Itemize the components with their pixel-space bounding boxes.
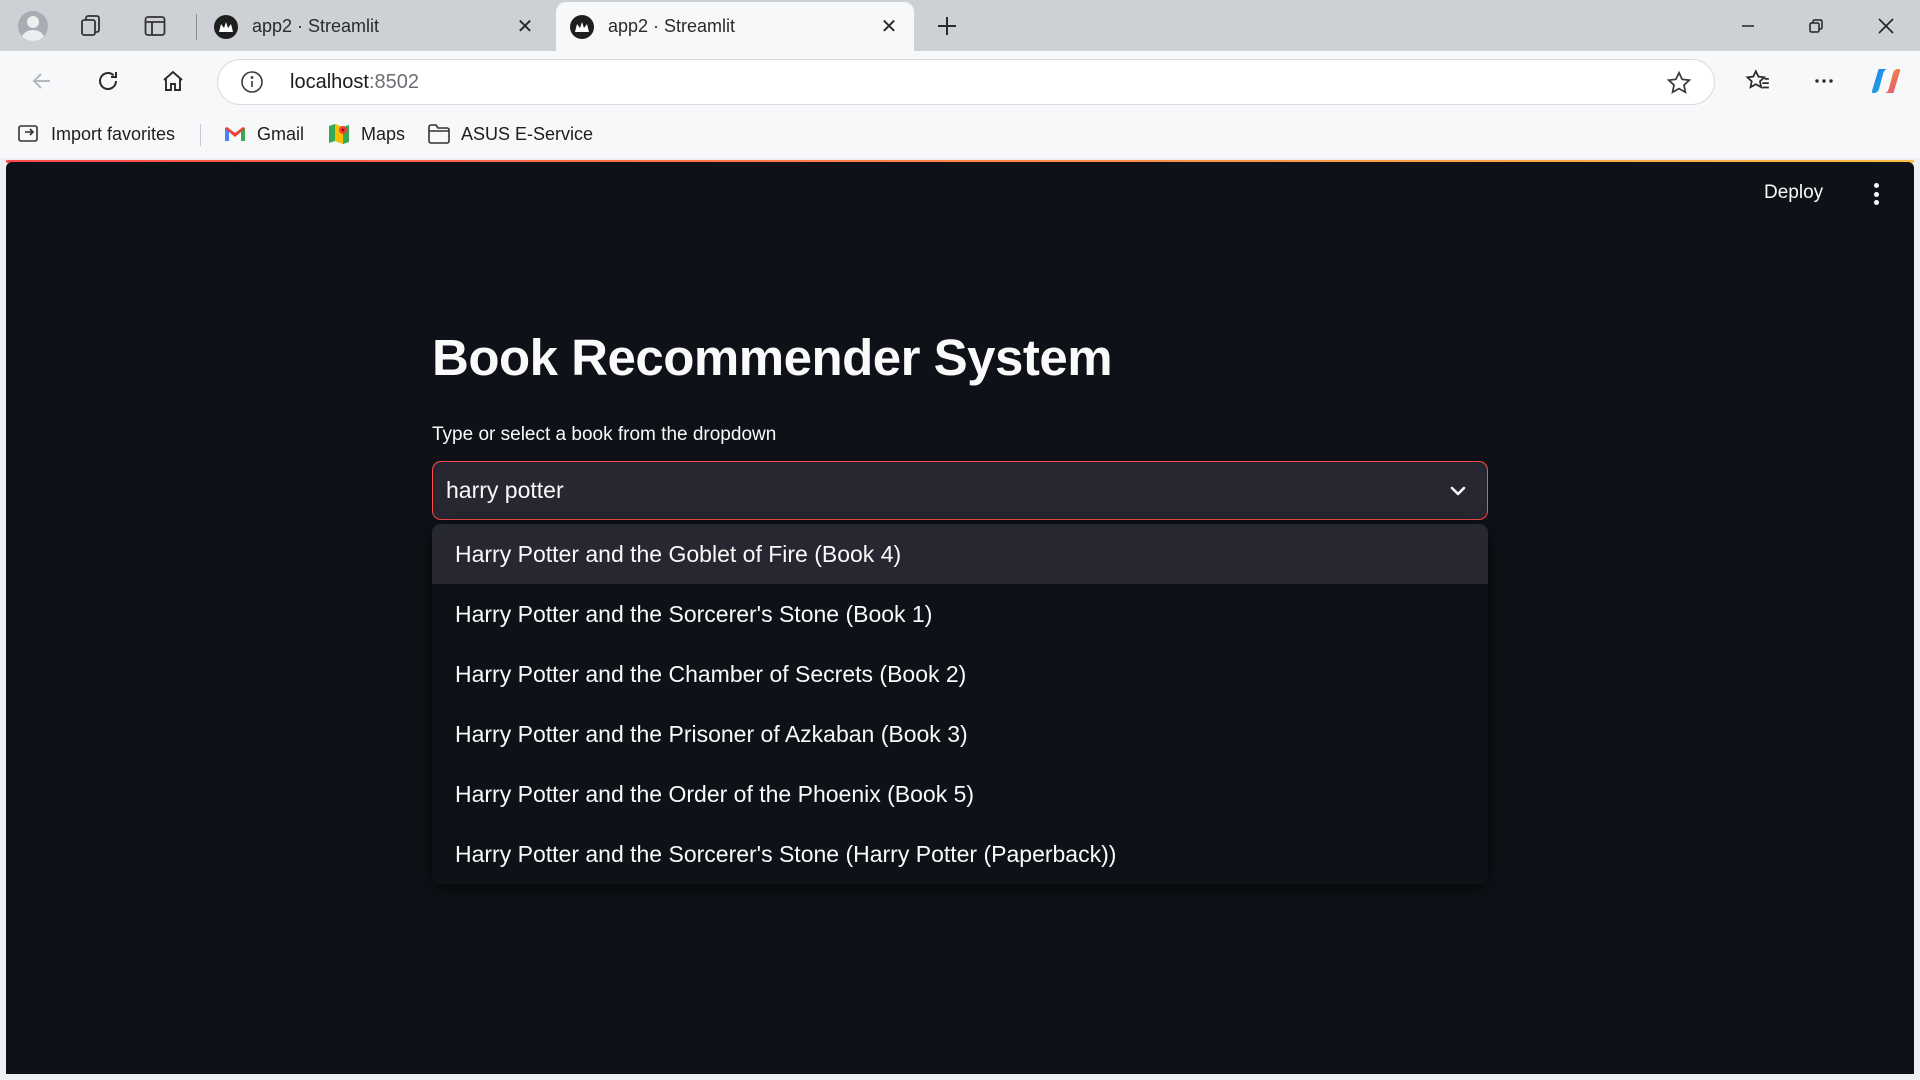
tab-app2-inactive[interactable]: app2 · Streamlit ✕ [200,2,550,51]
favorite-import-favorites[interactable]: Import favorites [17,120,175,148]
profile-avatar-icon[interactable] [16,9,50,43]
favorite-gmail[interactable]: Gmail [223,120,304,148]
browser-toolbar: localhost:8502 [0,51,1920,110]
book-select-input[interactable]: harry potter [446,477,564,504]
url-host: localhost [290,71,369,93]
favorites-bar: Import favorites Gmail Maps ASUS E-Servi… [0,110,1920,158]
streamlit-app: Deploy Book Recommender System Type or s… [6,162,1914,1074]
streamlit-favicon-icon [214,14,238,39]
favorite-label: Maps [361,123,406,144]
streamlit-favicon-icon [570,14,594,39]
restore-icon[interactable] [1782,0,1850,51]
dropdown-option[interactable]: Harry Potter and the Goblet of Fire (Boo… [432,524,1488,584]
address-bar[interactable]: localhost:8502 [217,59,1715,105]
book-dropdown-list: Harry Potter and the Goblet of Fire (Boo… [432,524,1488,884]
deploy-button[interactable]: Deploy [1764,182,1823,204]
gmail-icon [225,127,245,141]
home-icon[interactable] [153,61,193,101]
favorites-icon[interactable] [1738,61,1778,101]
page-title: Book Recommender System [432,329,1113,386]
main-menu-icon[interactable] [1868,179,1884,209]
dropdown-option[interactable]: Harry Potter and the Sorcerer's Stone (B… [432,584,1488,644]
favorite-label: Import favorites [51,123,176,144]
dropdown-option[interactable]: Harry Potter and the Order of the Phoeni… [432,764,1488,824]
more-options-icon[interactable] [1804,61,1844,101]
tab-title: app2 · Streamlit [252,16,380,36]
dropdown-option[interactable]: Harry Potter and the Chamber of Secrets … [432,644,1488,704]
dropdown-option[interactable]: Harry Potter and the Prisoner of Azkaban… [432,704,1488,764]
tab-separator [196,14,197,40]
site-info-icon[interactable] [240,70,264,99]
new-tab-icon[interactable] [930,9,964,43]
dropdown-option[interactable]: Harry Potter and the Sorcerer's Stone (H… [432,824,1488,884]
favorite-label: Gmail [257,123,305,144]
import-favorites-icon [18,125,38,142]
favorite-asus-e-service[interactable]: ASUS E-Service [427,120,593,148]
close-window-icon[interactable] [1852,0,1920,51]
browser-title-bar: app2 · Streamlit ✕ app2 · Streamlit ✕ [0,0,1920,51]
tab-app2-active[interactable]: app2 · Streamlit ✕ [556,2,914,51]
favorite-star-icon[interactable] [1666,70,1692,101]
workspaces-icon[interactable] [75,9,109,43]
url-port: :8502 [368,71,419,93]
favorite-maps[interactable]: Maps [327,120,405,148]
url-text[interactable]: localhost:8502 [290,71,419,94]
maps-icon [329,124,349,144]
book-select-label: Type or select a book from the dropdown [432,424,777,445]
minimize-icon[interactable] [1714,0,1782,51]
copilot-icon[interactable] [1866,61,1906,101]
favorites-separator [200,124,201,146]
vertical-tabs-icon[interactable] [138,9,172,43]
folder-icon [428,124,450,144]
chevron-down-icon[interactable] [1447,480,1469,502]
tab-title: app2 · Streamlit [608,16,736,36]
close-tab-icon[interactable]: ✕ [514,16,536,38]
favorite-label: ASUS E-Service [461,123,594,144]
refresh-icon[interactable] [88,61,128,101]
book-selectbox[interactable]: harry potter [432,461,1488,520]
close-tab-icon[interactable]: ✕ [878,16,900,38]
back-icon[interactable] [22,61,62,101]
